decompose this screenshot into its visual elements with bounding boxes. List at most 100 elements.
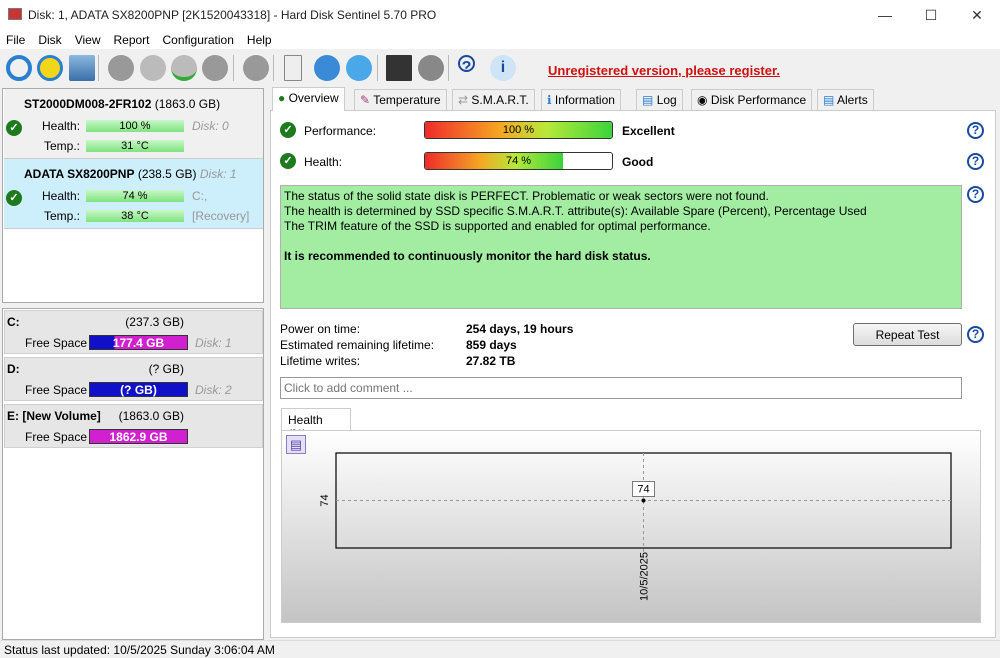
volume-item[interactable]: C: (237.3 GB) Free Space 177.4 GB Disk: … bbox=[4, 310, 263, 354]
status-description: The status of the solid state disk is PE… bbox=[280, 185, 962, 309]
menu-view[interactable]: View bbox=[69, 30, 108, 47]
x-tick-label: 10/5/2025 bbox=[639, 552, 651, 601]
tab-label: Information bbox=[554, 93, 615, 107]
menu-configuration[interactable]: Configuration bbox=[157, 30, 241, 47]
minimize-button[interactable]: — bbox=[862, 0, 908, 30]
tab-label: S.M.A.R.T. bbox=[471, 93, 529, 107]
toolbar: ? i Unregistered version, please registe… bbox=[0, 50, 1000, 86]
disk-volumes: C:, bbox=[192, 189, 208, 203]
tab-log[interactable]: ▤ Log bbox=[636, 89, 683, 110]
mail-icon[interactable] bbox=[314, 55, 340, 81]
close-button[interactable]: ✕ bbox=[954, 0, 1000, 30]
health-bar: 74 % bbox=[424, 152, 613, 170]
check-icon: ✓ bbox=[280, 153, 296, 169]
window-title: Disk: 1, ADATA SX8200PNP [2K1520043318] … bbox=[28, 8, 437, 22]
refresh-icon[interactable] bbox=[6, 55, 32, 81]
menu-report[interactable]: Report bbox=[107, 30, 156, 47]
speaker-icon[interactable] bbox=[418, 55, 444, 81]
tab-label: Log bbox=[656, 93, 677, 107]
free-space-label: Free Space bbox=[25, 430, 88, 444]
tab-smart[interactable]: ⇄ S.M.A.R.T. bbox=[452, 89, 535, 110]
free-space-bar: 177.4 GB bbox=[89, 335, 188, 350]
disk-number: Disk: 1 bbox=[199, 167, 237, 181]
menu-file[interactable]: File bbox=[0, 30, 32, 47]
disk-check-icon[interactable] bbox=[140, 55, 166, 81]
help-icon[interactable]: ? bbox=[967, 122, 984, 139]
temp-bar: 38 °C bbox=[86, 210, 184, 222]
performance-label: Performance: bbox=[304, 124, 377, 138]
health-chart: 74 10/5/2025 74 bbox=[319, 452, 952, 601]
report-icon[interactable] bbox=[284, 55, 302, 81]
power-on-value: 254 days, 19 hours bbox=[466, 322, 574, 336]
tab-temperature[interactable]: ✎ Temperature bbox=[354, 89, 447, 110]
remaining-value: 859 days bbox=[466, 338, 517, 352]
disk-icon[interactable] bbox=[69, 55, 95, 81]
volume-name: C: bbox=[7, 315, 20, 329]
repeat-test-button[interactable]: Repeat Test bbox=[853, 323, 962, 346]
writes-value: 27.82 TB bbox=[466, 354, 516, 368]
menu-help[interactable]: Help bbox=[241, 30, 279, 47]
y-tick-label: 74 bbox=[319, 494, 331, 506]
comment-input[interactable] bbox=[280, 377, 962, 399]
performance-bar: 100 % bbox=[424, 121, 613, 139]
volume-name: E: [New Volume] bbox=[7, 409, 101, 423]
help-icon[interactable]: ? bbox=[458, 55, 475, 76]
tab-label: Overview bbox=[288, 91, 339, 105]
health-bar: 74 % bbox=[86, 190, 184, 202]
monitor-icon[interactable] bbox=[386, 55, 412, 81]
tab-overview[interactable]: ● Overview bbox=[272, 87, 345, 111]
disk-item-0[interactable]: ST2000DM008-2FR102 (1863.0 GB) ✓ Health:… bbox=[4, 89, 263, 159]
help-icon[interactable]: ? bbox=[967, 326, 984, 343]
volume-item[interactable]: E: [New Volume] (1863.0 GB) Free Space 1… bbox=[4, 404, 263, 448]
tab-disk-performance[interactable]: ◉ Disk Performance bbox=[691, 89, 813, 110]
disk-ok-icon[interactable] bbox=[171, 55, 197, 81]
volume-name: D: bbox=[7, 362, 20, 376]
health-rating: Good bbox=[622, 155, 654, 169]
free-space-bar: 1862.9 GB bbox=[89, 429, 188, 444]
info-icon[interactable]: i bbox=[490, 55, 516, 81]
temp-label: Temp.: bbox=[44, 209, 81, 223]
disk-gray2-icon[interactable] bbox=[202, 55, 228, 81]
temp-bar: 31 °C bbox=[86, 140, 184, 152]
menu-disk[interactable]: Disk bbox=[32, 30, 68, 47]
power-on-label: Power on time: bbox=[280, 322, 361, 336]
health-bar: 100 % bbox=[86, 120, 184, 132]
network-icon[interactable] bbox=[346, 55, 372, 81]
menu-bar: File Disk View Report Configuration Help bbox=[0, 30, 1000, 49]
status-recommendation: It is recommended to continuously monito… bbox=[284, 249, 651, 263]
health-label: Health: bbox=[304, 155, 343, 169]
tab-label: Disk Performance bbox=[710, 93, 807, 107]
register-link[interactable]: Unregistered version, please register. bbox=[548, 63, 780, 78]
data-label: 74 bbox=[637, 484, 649, 496]
data-point bbox=[641, 498, 646, 503]
help-icon[interactable]: ? bbox=[967, 186, 984, 203]
disk-size: (1863.0 GB) bbox=[154, 97, 221, 111]
tab-information[interactable]: ℹ Information bbox=[541, 89, 621, 110]
disk-volume-extra: [Recovery] bbox=[192, 209, 250, 223]
volume-size: (? GB) bbox=[148, 362, 184, 376]
help-icon[interactable]: ? bbox=[967, 153, 984, 170]
temp-label: Temp.: bbox=[44, 139, 81, 153]
health-label: Health: bbox=[42, 189, 81, 203]
blob-icon[interactable] bbox=[243, 55, 269, 81]
performance-value: 100 % bbox=[502, 124, 535, 136]
disk-item-1[interactable]: ADATA SX8200PNP (238.5 GB) Disk: 1 ✓ Hea… bbox=[4, 159, 263, 229]
app-icon bbox=[8, 8, 22, 20]
status-bar: Status last updated: 10/5/2025 Sunday 3:… bbox=[0, 640, 1000, 658]
volume-size: (1863.0 GB) bbox=[118, 409, 184, 423]
volume-item[interactable]: D: (? GB) Free Space (? GB) Disk: 2 bbox=[4, 357, 263, 401]
writes-label: Lifetime writes: bbox=[280, 354, 361, 368]
disk-gray-icon[interactable] bbox=[108, 55, 134, 81]
maximize-button[interactable]: ☐ bbox=[908, 0, 954, 30]
tab-label: Temperature bbox=[373, 93, 441, 107]
disk-name: ADATA SX8200PNP bbox=[24, 167, 135, 181]
alert-icon[interactable] bbox=[37, 55, 63, 81]
tab-health-chart[interactable]: Health (%) bbox=[281, 408, 351, 441]
health-value: 74 % bbox=[505, 155, 532, 167]
tab-label: Alerts bbox=[837, 93, 868, 107]
free-space-label: Free Space bbox=[25, 383, 88, 397]
status-line: The status of the solid state disk is PE… bbox=[284, 189, 769, 203]
tab-alerts[interactable]: ▤ Alerts bbox=[817, 89, 874, 110]
performance-rating: Excellent bbox=[622, 124, 675, 138]
disk-size: (238.5 GB) bbox=[137, 167, 197, 181]
